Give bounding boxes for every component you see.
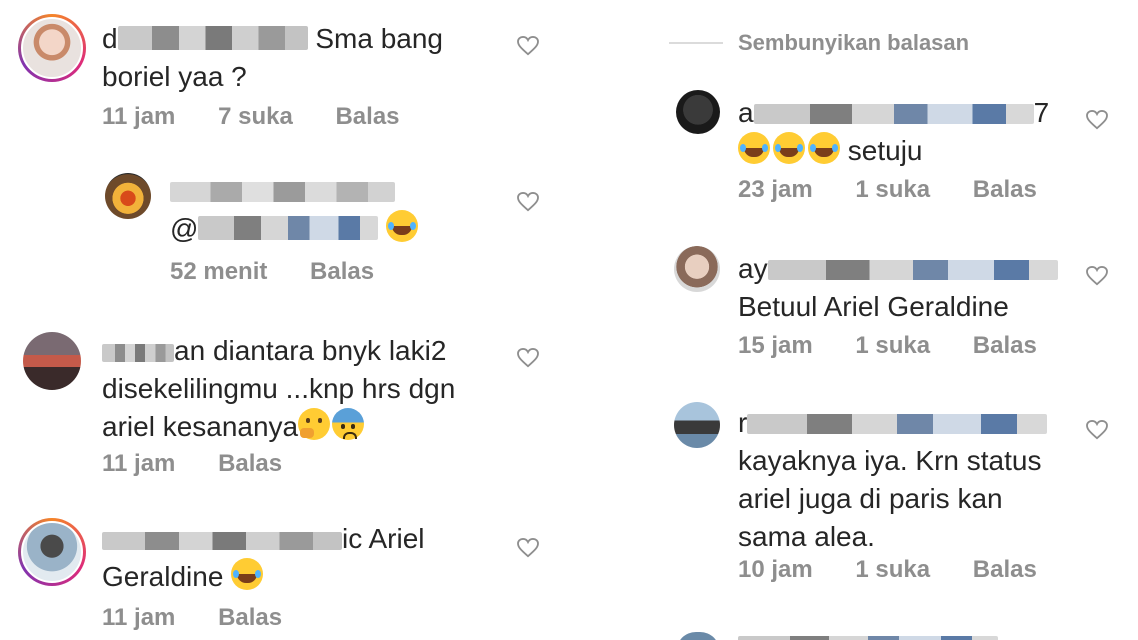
left-panel: d Sma bang boriel yaa ? 11 jam 7 suka Ba…	[0, 0, 569, 640]
reply-item: a7 setuju 23 jam 1 suka Balas	[569, 80, 1138, 220]
like-heart-icon[interactable]	[1086, 110, 1108, 130]
comment-meta: 15 jam 1 suka Balas	[738, 332, 1073, 360]
likes-count[interactable]: 1 suka	[855, 332, 930, 359]
next-reply-peek	[676, 632, 1026, 640]
laughing-tears-emoji	[808, 132, 840, 164]
comment-meta: 23 jam 1 suka Balas	[738, 176, 1073, 204]
username[interactable]: ic	[102, 523, 362, 554]
reply-item: r kayaknya iya. Krn status ariel juga di…	[569, 390, 1138, 600]
like-heart-icon[interactable]	[517, 348, 539, 368]
username[interactable]	[738, 636, 998, 640]
timestamp: 23 jam	[738, 176, 813, 203]
like-heart-icon[interactable]	[1086, 266, 1108, 286]
reply-button[interactable]: Balas	[310, 258, 374, 285]
avatar[interactable]	[676, 632, 720, 640]
reply-button[interactable]: Balas	[973, 332, 1037, 359]
comment-text: r kayaknya iya. Krn status ariel juga di…	[738, 404, 1078, 556]
laughing-tears-emoji	[231, 558, 264, 590]
username[interactable]: an	[102, 335, 205, 366]
timestamp: 10 jam	[738, 556, 813, 583]
hide-replies-button[interactable]: Sembunyikan balasan	[738, 30, 969, 56]
timestamp: 15 jam	[738, 332, 813, 359]
comment-item: an diantara bnyk laki2 disekelilingmu ..…	[0, 320, 569, 490]
timestamp: 11 jam	[102, 604, 176, 631]
comment-meta: 52 menit Balas	[170, 258, 410, 286]
likes-count[interactable]: 1 suka	[855, 176, 930, 203]
reply-item: @ 52 menit Balas	[0, 160, 569, 300]
laughing-tears-emoji	[738, 132, 770, 164]
likes-count[interactable]: 1 suka	[855, 556, 930, 583]
like-heart-icon[interactable]	[1086, 420, 1108, 440]
avatar[interactable]	[23, 332, 81, 390]
reply-button[interactable]: Balas	[218, 450, 282, 477]
reply-button[interactable]: Balas	[218, 604, 282, 631]
comment-meta: 10 jam 1 suka Balas	[738, 556, 1073, 584]
laughing-tears-emoji	[386, 210, 419, 242]
comment-meta: 11 jam 7 suka Balas	[102, 103, 436, 131]
right-panel: Sembunyikan balasan a7 setuju 23 jam 1 s…	[569, 0, 1138, 640]
comment-text: ic Ariel Geraldine	[102, 523, 425, 592]
reply-button[interactable]: Balas	[973, 176, 1037, 203]
reply-button[interactable]: Balas	[973, 556, 1037, 583]
comment-text: ay Betuul Ariel Geraldine	[738, 250, 1078, 326]
comment-item: ic Ariel Geraldine 11 jam Balas	[0, 508, 569, 640]
avatar[interactable]	[105, 173, 151, 219]
avatar[interactable]	[674, 246, 720, 292]
comment-item: d Sma bang boriel yaa ? 11 jam 7 suka Ba…	[0, 0, 569, 150]
comment-text: d Sma bang boriel yaa ?	[102, 23, 443, 92]
avatar[interactable]	[18, 518, 86, 586]
username[interactable]: ay	[738, 253, 1058, 284]
comment-meta: 11 jam Balas	[102, 450, 318, 478]
comment-meta: 11 jam Balas	[102, 604, 318, 632]
like-heart-icon[interactable]	[517, 538, 539, 558]
avatar[interactable]	[676, 90, 720, 134]
comment-text: a7 setuju	[738, 97, 1050, 166]
username[interactable]: r	[738, 407, 1048, 438]
laughing-tears-emoji	[773, 132, 805, 164]
reply-button[interactable]: Balas	[335, 103, 399, 130]
username[interactable]	[170, 182, 395, 202]
divider-line	[669, 42, 723, 44]
anxious-face-emoji	[332, 408, 365, 440]
timestamp: 52 menit	[170, 258, 268, 285]
timestamp: 11 jam	[102, 450, 176, 477]
timestamp: 11 jam	[102, 103, 176, 130]
username[interactable]: d	[102, 23, 308, 54]
comment-text: @	[170, 172, 500, 248]
likes-count[interactable]: 7 suka	[218, 103, 293, 130]
reply-item: ay Betuul Ariel Geraldine 15 jam 1 suka …	[569, 236, 1138, 376]
avatar[interactable]	[18, 14, 86, 82]
comment-text: an diantara bnyk laki2 disekelilingmu ..…	[102, 335, 456, 442]
username[interactable]: a7	[738, 97, 1049, 128]
like-heart-icon[interactable]	[517, 192, 539, 212]
like-heart-icon[interactable]	[517, 36, 539, 56]
avatar[interactable]	[674, 402, 720, 448]
thinking-face-emoji	[298, 408, 331, 440]
